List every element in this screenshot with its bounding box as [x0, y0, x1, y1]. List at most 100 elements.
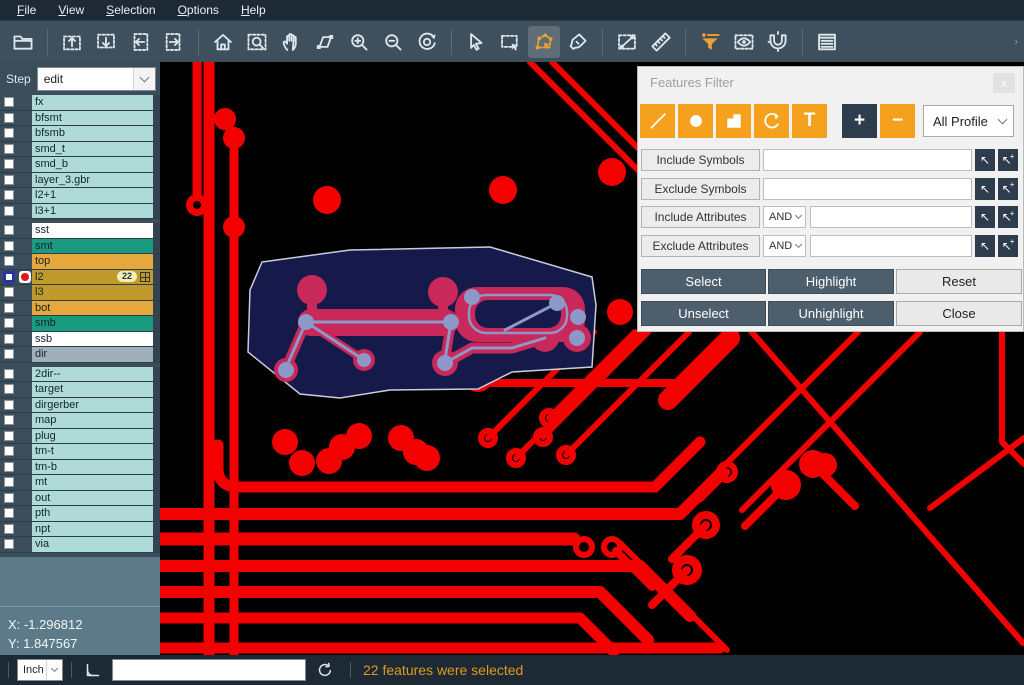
layer-checkbox[interactable]: [0, 431, 17, 441]
remove-filter-button[interactable]: −: [880, 104, 915, 138]
layer-checkbox[interactable]: [0, 349, 17, 359]
layer-row-npt[interactable]: npt: [0, 522, 160, 538]
box-arrow-left-icon[interactable]: [124, 26, 156, 58]
exclude-attributes-input[interactable]: [810, 235, 972, 257]
include-symbols-button[interactable]: Include Symbols: [641, 149, 760, 171]
include-attributes-operator-select[interactable]: AND: [763, 206, 806, 228]
layer-checkbox[interactable]: [0, 334, 17, 344]
grid-icon[interactable]: [140, 272, 150, 282]
view-eye-icon[interactable]: [728, 26, 760, 58]
layer-row-map[interactable]: map: [0, 413, 160, 429]
layer-checkbox[interactable]: [0, 159, 17, 169]
active-layer-indicator[interactable]: [17, 271, 32, 283]
line-feature-button[interactable]: [640, 104, 675, 138]
layer-checkbox[interactable]: [0, 287, 17, 297]
highlight-button[interactable]: Highlight: [768, 269, 894, 294]
zoom-in-icon[interactable]: [343, 26, 375, 58]
include-attributes-input[interactable]: [810, 206, 972, 228]
layer-row-smb[interactable]: smb: [0, 316, 160, 332]
layer-name[interactable]: bot: [32, 301, 153, 316]
layer-name[interactable]: bfsmt: [32, 111, 153, 126]
layer-checkbox[interactable]: [0, 128, 17, 138]
folder-open-icon[interactable]: [7, 26, 39, 58]
home-icon[interactable]: [207, 26, 239, 58]
layer-name[interactable]: l3: [32, 285, 153, 300]
layer-row-l2[interactable]: l222: [0, 270, 160, 286]
layer-checkbox[interactable]: [0, 477, 17, 487]
pick-add-arrow-icon[interactable]: ↖+: [998, 149, 1018, 171]
layer-checkbox[interactable]: [0, 400, 17, 410]
layer-checkbox[interactable]: [0, 369, 17, 379]
zoom-out-icon[interactable]: [377, 26, 409, 58]
layer-checkbox[interactable]: [0, 524, 17, 534]
layer-row-bot[interactable]: bot: [0, 301, 160, 317]
pointer-select-icon[interactable]: [460, 26, 492, 58]
close-icon[interactable]: x: [993, 73, 1015, 93]
rect-select-icon[interactable]: [494, 26, 526, 58]
layer-row-plug[interactable]: plug: [0, 429, 160, 445]
layer-checkbox[interactable]: [0, 175, 17, 185]
layer-row-smt[interactable]: smt: [0, 239, 160, 255]
include-symbols-input[interactable]: [763, 149, 972, 171]
layer-checkbox[interactable]: [0, 539, 17, 549]
layer-name[interactable]: sst: [32, 223, 153, 238]
layer-checkbox[interactable]: [0, 144, 17, 154]
menu-item-file[interactable]: File: [6, 0, 47, 20]
pick-arrow-icon[interactable]: ↖: [975, 178, 995, 200]
text-feature-button[interactable]: T: [792, 104, 827, 138]
layer-checkbox[interactable]: [0, 462, 17, 472]
layer-name[interactable]: l222: [32, 270, 153, 285]
layer-row-via[interactable]: via: [0, 537, 160, 553]
surface-feature-button[interactable]: [716, 104, 751, 138]
ruler-icon[interactable]: [645, 26, 677, 58]
layer-row-sst[interactable]: sst: [0, 223, 160, 239]
layer-checkbox[interactable]: [0, 113, 17, 123]
box-arrow-down-icon[interactable]: [90, 26, 122, 58]
layer-name[interactable]: npt: [32, 522, 153, 537]
layer-name[interactable]: mt: [32, 475, 153, 490]
magnet-icon[interactable]: [762, 26, 794, 58]
layer-checkbox[interactable]: [0, 493, 17, 503]
box-arrow-right-icon[interactable]: [158, 26, 190, 58]
zoom-reset-icon[interactable]: [411, 26, 443, 58]
pick-arrow-icon[interactable]: ↖: [975, 235, 995, 257]
layer-name[interactable]: bfsmb: [32, 126, 153, 141]
layer-checkbox[interactable]: [0, 384, 17, 394]
layer-row-smd_b[interactable]: smd_b: [0, 157, 160, 173]
pad-feature-button[interactable]: [678, 104, 713, 138]
layer-name[interactable]: l2+1: [32, 188, 153, 203]
layer-checkbox[interactable]: [0, 303, 17, 313]
measure-icon[interactable]: [611, 26, 643, 58]
exclude-symbols-button[interactable]: Exclude Symbols: [641, 178, 760, 200]
menu-item-help[interactable]: Help: [230, 0, 277, 20]
layer-row-l3+1[interactable]: l3+1: [0, 204, 160, 220]
layer-name[interactable]: plug: [32, 429, 153, 444]
layer-checkbox[interactable]: [0, 446, 17, 456]
layer-name[interactable]: smd_t: [32, 142, 153, 157]
layer-name[interactable]: 2dir--: [32, 367, 153, 382]
layer-checkbox[interactable]: [0, 318, 17, 328]
step-select[interactable]: edit: [37, 67, 156, 91]
unit-select[interactable]: Inch: [17, 659, 63, 681]
layer-name[interactable]: layer_3.gbr: [32, 173, 153, 188]
layer-row-l2+1[interactable]: l2+1: [0, 188, 160, 204]
layer-checkbox[interactable]: [0, 256, 17, 266]
layer-checkbox[interactable]: [0, 271, 17, 283]
layer-row-bfsmt[interactable]: bfsmt: [0, 111, 160, 127]
menu-item-options[interactable]: Options: [167, 0, 230, 20]
layer-name[interactable]: out: [32, 491, 153, 506]
panel-list-icon[interactable]: [811, 26, 843, 58]
layer-name[interactable]: pth: [32, 506, 153, 521]
arc-feature-button[interactable]: [754, 104, 789, 138]
layer-row-fx[interactable]: fx: [0, 95, 160, 111]
refresh-icon[interactable]: [316, 661, 334, 679]
layer-checkbox[interactable]: [0, 415, 17, 425]
layer-checkbox[interactable]: [0, 225, 17, 235]
close-button[interactable]: Close: [896, 301, 1022, 326]
exclude-attributes-operator-select[interactable]: AND: [763, 235, 806, 257]
layer-checkbox[interactable]: [0, 190, 17, 200]
pick-arrow-icon[interactable]: ↖: [975, 149, 995, 171]
filter-icon[interactable]: [694, 26, 726, 58]
layer-name[interactable]: via: [32, 537, 153, 552]
include-attributes-button[interactable]: Include Attributes: [641, 206, 760, 228]
